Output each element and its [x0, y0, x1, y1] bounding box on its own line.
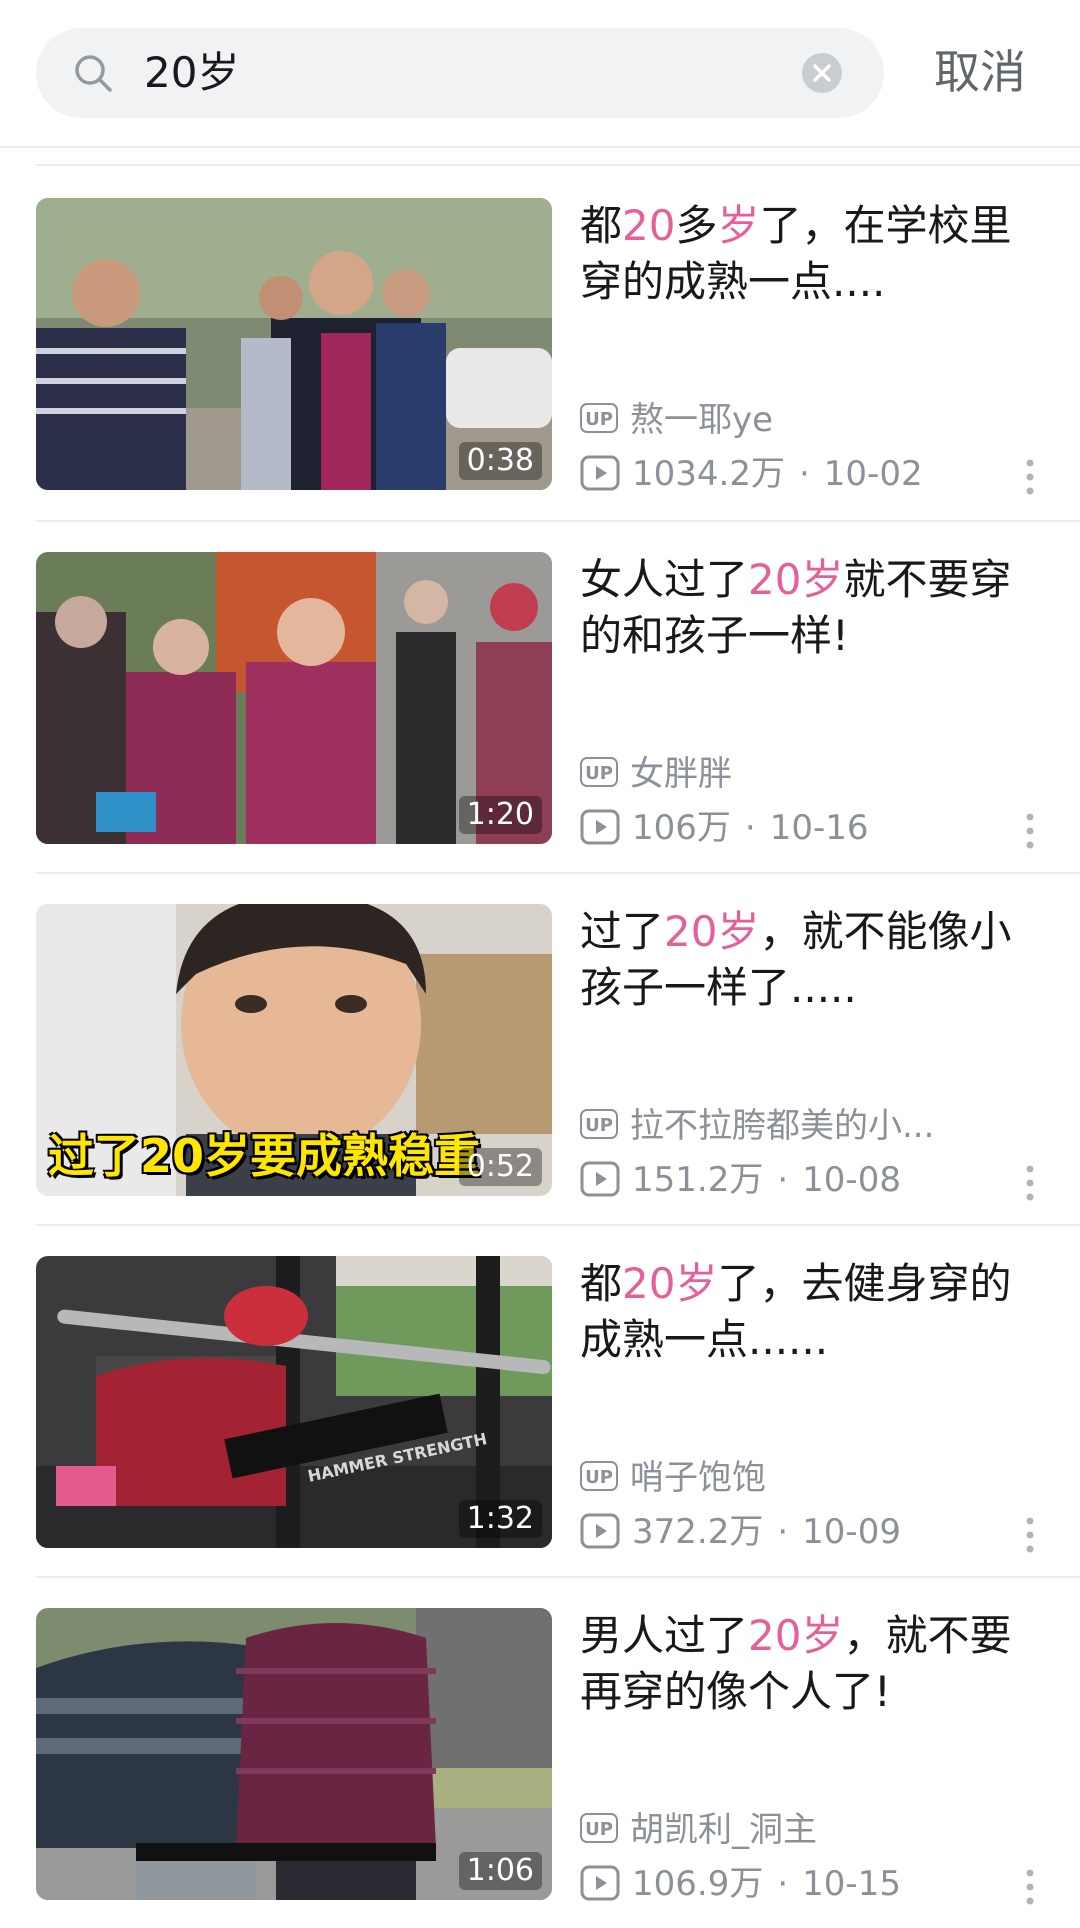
play-count-icon — [580, 809, 620, 845]
view-count: 106万 — [632, 808, 731, 848]
play-count-icon — [580, 1513, 620, 1549]
video-result-2[interactable]: 1:20 女人过了20岁就不要穿的和孩子一样! UP 女胖胖 106万 · 10-16 — [0, 522, 1080, 872]
title-highlight: 20 — [622, 201, 676, 250]
author-row[interactable]: UP 哨子饱饱 — [580, 1458, 766, 1498]
more-options-icon[interactable] — [1024, 1164, 1036, 1202]
thumbnail-caption: 过了20岁要成熟稳重 — [48, 1129, 481, 1183]
cancel-button[interactable]: 取消 — [934, 42, 1026, 102]
video-duration: 1:20 — [458, 796, 542, 834]
video-result-3[interactable]: 过了20岁要成熟稳重 0:52 过了20岁，就不能像小孩子一样了..... UP… — [0, 874, 1080, 1224]
title-highlight: 20岁 — [748, 555, 844, 604]
upload-date: 10-09 — [802, 1512, 901, 1552]
play-count-icon — [580, 455, 620, 491]
upload-date: 10-15 — [802, 1864, 901, 1904]
video-title[interactable]: 过了20岁，就不能像小孩子一样了..... — [580, 904, 1050, 1016]
title-highlight: 20岁 — [622, 1259, 718, 1308]
divider — [36, 164, 1080, 166]
search-icon — [75, 55, 112, 92]
stats-row: 372.2万 · 10-09 — [580, 1512, 901, 1552]
video-thumbnail[interactable]: 0:38 — [36, 198, 552, 490]
author-row[interactable]: UP 拉不拉胯都美的小... — [580, 1106, 934, 1146]
more-options-icon[interactable] — [1024, 1868, 1036, 1906]
up-badge-icon: UP — [580, 1109, 618, 1139]
video-title[interactable]: 都20多岁了，在学校里穿的成熟一点.... — [580, 198, 1050, 310]
up-badge-icon: UP — [580, 1461, 618, 1491]
view-count: 151.2万 — [632, 1160, 764, 1200]
separator: · — [744, 808, 756, 848]
title-text: 过了 — [580, 907, 665, 956]
search-query-text[interactable]: 20岁 — [144, 46, 239, 100]
separator: · — [777, 1160, 789, 1200]
video-thumbnail[interactable]: HAMMER STRENGTH 1:32 — [36, 1256, 552, 1548]
video-title[interactable]: 女人过了20岁就不要穿的和孩子一样! — [580, 552, 1050, 664]
video-duration: 0:38 — [458, 442, 542, 480]
author-row[interactable]: UP 熬一耶ye — [580, 400, 773, 440]
author-name[interactable]: 拉不拉胯都美的小... — [630, 1106, 934, 1146]
separator: · — [777, 1864, 789, 1904]
video-result-1[interactable]: 0:38 都20多岁了，在学校里穿的成熟一点.... UP 熬一耶ye 1034.… — [0, 168, 1080, 518]
stats-row: 1034.2万 · 10-02 — [580, 454, 923, 494]
upload-date: 10-08 — [802, 1160, 901, 1200]
play-count-icon — [580, 1161, 620, 1197]
search-input[interactable]: 20岁 — [36, 28, 884, 118]
title-text: 女人过了 — [580, 555, 749, 604]
more-options-icon[interactable] — [1024, 1516, 1036, 1554]
upload-date: 10-16 — [769, 808, 869, 848]
author-row[interactable]: UP 胡凯利_洞主 — [580, 1810, 817, 1850]
title-highlight: 20岁 — [664, 907, 760, 956]
view-count: 1034.2万 — [632, 454, 785, 494]
title-highlight: 岁 — [717, 201, 760, 250]
video-duration: 0:52 — [458, 1148, 542, 1186]
video-thumbnail[interactable]: 过了20岁要成熟稳重 0:52 — [36, 904, 552, 1196]
more-options-icon[interactable] — [1024, 812, 1036, 850]
video-thumbnail[interactable]: 1:06 — [36, 1608, 552, 1900]
separator: · — [798, 454, 810, 494]
video-title[interactable]: 都20岁了，去健身穿的成熟一点...... — [580, 1256, 1050, 1368]
author-name[interactable]: 女胖胖 — [630, 754, 732, 794]
play-count-icon — [580, 1865, 620, 1901]
up-badge-icon: UP — [580, 757, 618, 787]
author-name[interactable]: 哨子饱饱 — [630, 1458, 766, 1498]
video-duration: 1:32 — [458, 1500, 542, 1538]
title-highlight: 20岁 — [748, 1611, 844, 1660]
upload-date: 10-02 — [823, 454, 923, 494]
up-badge-icon: UP — [580, 1813, 618, 1843]
author-row[interactable]: UP 女胖胖 — [580, 754, 732, 794]
search-header: 20岁 取消 — [0, 0, 1080, 148]
stats-row: 106万 · 10-16 — [580, 808, 869, 848]
stats-row: 151.2万 · 10-08 — [580, 1160, 901, 1200]
stats-row: 106.9万 · 10-15 — [580, 1864, 901, 1904]
view-count: 372.2万 — [632, 1512, 764, 1552]
title-text: 都 — [580, 1259, 623, 1308]
title-text: 男人过了 — [580, 1611, 749, 1660]
title-text: 都 — [580, 201, 623, 250]
video-thumbnail[interactable]: 1:20 — [36, 552, 552, 844]
view-count: 106.9万 — [632, 1864, 764, 1904]
video-result-5[interactable]: 1:06 男人过了20岁，就不要再穿的像个人了! UP 胡凯利_洞主 106.9万… — [0, 1578, 1080, 1928]
separator: · — [777, 1512, 789, 1552]
video-result-4[interactable]: HAMMER STRENGTH 1:32 都20岁了，去健身穿的成熟一点....… — [0, 1226, 1080, 1576]
video-duration: 1:06 — [458, 1852, 542, 1890]
up-badge-icon: UP — [580, 403, 618, 433]
title-text: 多 — [675, 201, 718, 250]
author-name[interactable]: 胡凯利_洞主 — [630, 1810, 817, 1850]
more-options-icon[interactable] — [1024, 458, 1036, 496]
video-title[interactable]: 男人过了20岁，就不要再穿的像个人了! — [580, 1608, 1050, 1720]
clear-search-icon[interactable] — [802, 53, 842, 93]
author-name[interactable]: 熬一耶ye — [630, 400, 773, 440]
